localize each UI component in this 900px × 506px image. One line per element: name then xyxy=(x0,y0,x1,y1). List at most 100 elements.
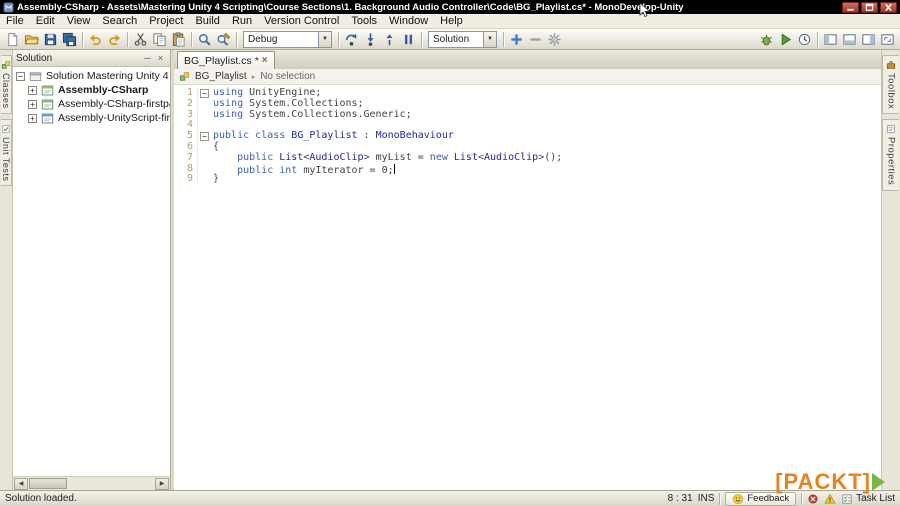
text-caret xyxy=(393,163,395,174)
toggle-right-pad-icon[interactable] xyxy=(859,30,878,48)
line-number: 2 xyxy=(174,98,198,110)
debug-configuration-select[interactable]: Debug ▼ xyxy=(243,30,332,48)
fold-margin: − xyxy=(198,88,211,99)
task-list-label: Task List xyxy=(856,493,895,504)
tree-item-assembly-unityscript-firstpa[interactable]: + Assembly-UnityScript-firstpa xyxy=(13,111,170,125)
redo-icon[interactable] xyxy=(105,30,124,48)
search-scope-select[interactable]: Solution ▼ xyxy=(428,30,497,48)
tree-item-assembly-csharp[interactable]: + Assembly-CSharp xyxy=(13,83,170,97)
scroll-right-button[interactable]: ▶ xyxy=(155,477,169,490)
fullscreen-icon[interactable] xyxy=(878,30,897,48)
tree-expander-icon[interactable]: + xyxy=(28,113,37,123)
toggle-bottom-pad-icon[interactable] xyxy=(840,30,859,48)
code-line-7[interactable]: 7 public List<AudioClip> myList = new Li… xyxy=(174,152,881,164)
insert-mode-indicator: INS xyxy=(697,493,715,504)
tree-item-assembly-csharp-firstpass[interactable]: + Assembly-CSharp-firstpass xyxy=(13,97,170,111)
toolbar-group: Debug ▼ xyxy=(240,30,335,48)
scroll-left-button[interactable]: ◀ xyxy=(14,477,28,490)
dock-tab-toolbox[interactable]: Toolbox xyxy=(882,55,899,115)
profile-icon[interactable] xyxy=(795,30,814,48)
fold-toggle-icon[interactable]: − xyxy=(200,88,209,98)
add-icon[interactable] xyxy=(507,30,526,48)
code-line-5[interactable]: 5− public class BG_Playlist : MonoBehavio… xyxy=(174,130,881,142)
code-editor[interactable]: 1− using UnityEngine; 2 using System.Collec… xyxy=(174,85,881,490)
attach-debugger-icon[interactable] xyxy=(757,30,776,48)
open-file-icon[interactable] xyxy=(22,30,41,48)
undo-icon[interactable] xyxy=(86,30,105,48)
classes-icon xyxy=(1,60,11,70)
dropdown-arrow-icon[interactable]: ▼ xyxy=(318,31,331,47)
editor-tab[interactable]: BG_Playlist.cs * × xyxy=(177,51,275,69)
fold-toggle-icon[interactable]: − xyxy=(200,132,209,142)
remove-icon[interactable] xyxy=(526,30,545,48)
toolbar-group xyxy=(821,30,897,48)
pause-icon[interactable] xyxy=(399,30,418,48)
code-line-8[interactable]: 8 public int myIterator = 0; xyxy=(174,163,881,175)
search-replace-icon[interactable] xyxy=(214,30,233,48)
fold-margin xyxy=(198,120,211,131)
status-bar: Solution loaded. 8 : 31 INS Feedback Tas… xyxy=(0,490,900,506)
pad-close-button[interactable]: × xyxy=(154,52,167,65)
paste-icon[interactable] xyxy=(169,30,188,48)
cut-icon[interactable] xyxy=(131,30,150,48)
maximize-button[interactable] xyxy=(861,1,878,13)
dropdown-arrow-icon[interactable]: ▼ xyxy=(483,31,496,47)
minimize-button[interactable] xyxy=(842,1,859,13)
search-scope-select-value: Solution xyxy=(433,33,470,45)
close-icon xyxy=(883,3,894,12)
menu-edit[interactable]: Edit xyxy=(30,14,61,29)
toggle-left-pad-icon[interactable] xyxy=(821,30,840,48)
tab-close-icon[interactable]: × xyxy=(262,55,268,66)
step-into-icon[interactable] xyxy=(361,30,380,48)
new-file-icon[interactable] xyxy=(3,30,22,48)
save-all-icon[interactable] xyxy=(60,30,79,48)
error-badge-icon[interactable] xyxy=(807,493,819,505)
tree-expander-icon[interactable]: + xyxy=(28,99,37,109)
scroll-track[interactable] xyxy=(68,478,155,490)
run-with-icon[interactable] xyxy=(776,30,795,48)
editor-tab-label: BG_Playlist.cs xyxy=(184,54,252,67)
cursor-position: 8 : 31 xyxy=(667,493,693,504)
step-out-icon[interactable] xyxy=(380,30,399,48)
menu-version-control[interactable]: Version Control xyxy=(258,14,345,29)
packt-logo-arrow xyxy=(872,473,885,491)
menu-view[interactable]: View xyxy=(61,14,97,29)
menu-help[interactable]: Help xyxy=(434,14,469,29)
options-icon[interactable] xyxy=(545,30,564,48)
line-number: 8 xyxy=(174,163,198,175)
toolbar-group xyxy=(342,30,418,48)
step-over-icon[interactable] xyxy=(342,30,361,48)
task-list-tab[interactable]: Task List xyxy=(841,493,895,505)
code-line-3[interactable]: 3 using System.Collections.Generic; xyxy=(174,109,881,121)
dock-tab-classes[interactable]: Classes xyxy=(1,55,12,114)
feedback-label: Feedback xyxy=(747,493,790,504)
tree-expander-icon[interactable]: − xyxy=(16,71,25,81)
menu-run[interactable]: Run xyxy=(226,14,258,29)
tree-item-solution-mastering-unity-4-scri[interactable]: − Solution Mastering Unity 4 Scri xyxy=(13,69,170,83)
pad-auto-hide-button[interactable]: ─ xyxy=(141,52,154,65)
left-dock-strip: Classes Unit Tests xyxy=(0,50,13,490)
menu-file[interactable]: File xyxy=(0,14,30,29)
menu-project[interactable]: Project xyxy=(143,14,189,29)
menu-tools[interactable]: Tools xyxy=(345,14,383,29)
modified-indicator: * xyxy=(254,54,259,67)
dock-tab-unit-tests[interactable]: Unit Tests xyxy=(1,118,12,186)
breadcrumb-selection[interactable]: No selection xyxy=(260,71,315,82)
line-number: 3 xyxy=(174,109,198,121)
tree-expander-icon[interactable]: + xyxy=(28,85,37,95)
scroll-thumb[interactable] xyxy=(29,478,67,489)
fold-margin xyxy=(198,153,211,164)
menu-search[interactable]: Search xyxy=(96,14,143,29)
dock-tab-properties[interactable]: Properties xyxy=(882,119,899,191)
save-icon[interactable] xyxy=(41,30,60,48)
warning-badge-icon[interactable] xyxy=(824,493,836,505)
toolbar: Debug ▼ Solution ▼ xyxy=(0,29,900,50)
close-button[interactable] xyxy=(880,1,897,13)
menu-build[interactable]: Build xyxy=(189,14,225,29)
menu-window[interactable]: Window xyxy=(383,14,434,29)
project-icon xyxy=(40,84,55,97)
breadcrumb-class[interactable]: BG_Playlist xyxy=(195,71,247,82)
copy-icon[interactable] xyxy=(150,30,169,48)
dock-tab-label: Properties xyxy=(885,137,897,186)
search-icon[interactable] xyxy=(195,30,214,48)
